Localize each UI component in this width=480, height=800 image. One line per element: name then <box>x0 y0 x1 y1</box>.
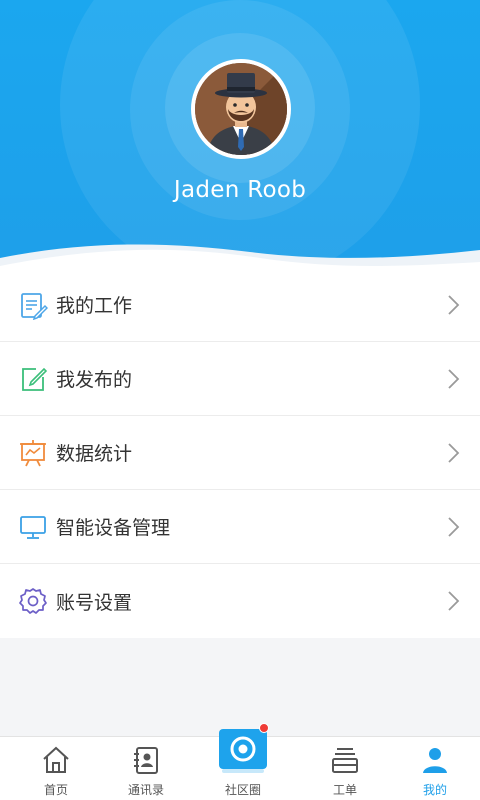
home-icon <box>41 745 71 775</box>
gear-icon <box>18 586 48 616</box>
menu-item-smart-devices[interactable]: 智能设备管理 <box>0 490 480 564</box>
menu-item-label: 数据统计 <box>56 443 133 465</box>
tab-label: 通讯录 <box>127 783 164 797</box>
edit-square-icon <box>18 364 48 394</box>
menu-list: 我的工作 我发布的 数据统计 智能设备管理 账号设置 <box>0 268 480 638</box>
document-edit-icon <box>18 290 48 320</box>
menu-item-label: 我的工作 <box>56 295 133 317</box>
menu-item-account-settings[interactable]: 账号设置 <box>0 564 480 638</box>
person-top-hat-avatar-icon <box>195 63 287 155</box>
notification-badge <box>259 723 269 733</box>
menu-item-label: 账号设置 <box>56 591 133 614</box>
tab-label: 我的 <box>422 783 447 797</box>
tab-label: 工单 <box>332 783 357 797</box>
chevron-right-icon <box>446 294 460 316</box>
work-order-icon <box>330 745 360 775</box>
tab-mine[interactable]: 我的 <box>387 737 480 800</box>
contacts-icon <box>131 745 161 775</box>
user-icon <box>420 745 450 775</box>
chevron-right-icon <box>446 516 460 538</box>
chevron-right-icon <box>446 590 460 612</box>
tab-work-order[interactable]: 工单 <box>297 737 393 800</box>
username: Jaden Roob <box>173 177 307 203</box>
tab-home[interactable]: 首页 <box>8 737 104 800</box>
monitor-icon <box>18 512 48 542</box>
tab-label: 社区圈 <box>224 783 261 797</box>
menu-item-label: 智能设备管理 <box>56 517 171 539</box>
menu-item-label: 我发布的 <box>56 369 133 391</box>
menu-item-my-work[interactable]: 我的工作 <box>0 268 480 342</box>
menu-item-my-posts[interactable]: 我发布的 <box>0 342 480 416</box>
chevron-right-icon <box>446 442 460 464</box>
profile-header: Jaden Roob <box>0 0 480 280</box>
tab-contacts[interactable]: 通讯录 <box>98 737 194 800</box>
community-icon <box>230 736 256 762</box>
community-button-shadow <box>222 769 264 773</box>
tab-label: 首页 <box>43 783 68 797</box>
community-center-button[interactable] <box>219 729 267 769</box>
chevron-right-icon <box>446 368 460 390</box>
avatar[interactable] <box>191 59 291 159</box>
presentation-chart-icon <box>18 438 48 468</box>
menu-item-statistics[interactable]: 数据统计 <box>0 416 480 490</box>
